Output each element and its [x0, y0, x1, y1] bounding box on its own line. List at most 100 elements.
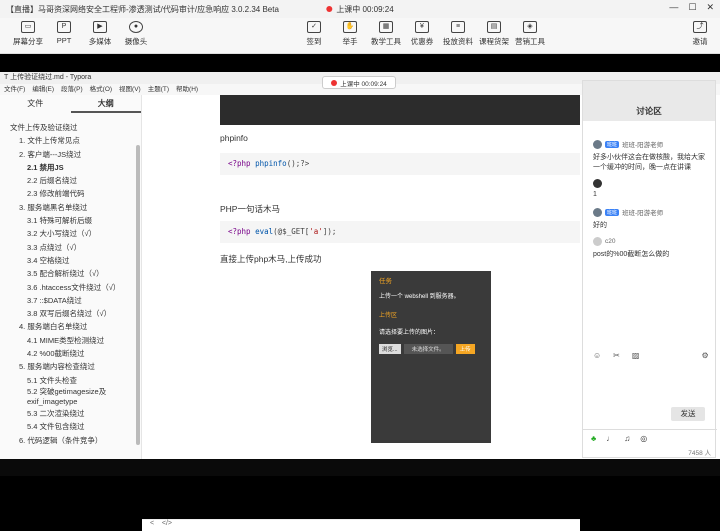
- sidebar-scrollbar[interactable]: [136, 145, 140, 445]
- file-icon: ≡: [451, 21, 465, 33]
- menu-view[interactable]: 视图(V): [119, 84, 141, 95]
- stage-top-band: [0, 54, 720, 72]
- camera-icon: ●: [129, 21, 143, 33]
- tools-icon: ▦: [379, 21, 393, 33]
- outline-item[interactable]: 5.2 突破getimagesize及exif_imagetype: [0, 387, 141, 407]
- outline-item[interactable]: 3.4 空格绕过: [0, 254, 141, 267]
- record-dot-icon: [331, 79, 338, 86]
- outline-item[interactable]: 3.7 ::$DATA绕过: [0, 294, 141, 307]
- live-timer: 上课中 00:09:24: [336, 4, 394, 14]
- outline-item[interactable]: 5. 服务端内容检查绕过: [0, 360, 141, 373]
- chat-message: c20 post的%00截断怎么做的: [593, 237, 670, 258]
- live-pill[interactable]: 上课中 00:09:24: [322, 76, 396, 89]
- ppt-icon: P: [57, 21, 71, 33]
- menu-format[interactable]: 格式(O): [90, 84, 112, 95]
- outline-item[interactable]: 3. 服务端黑名单绕过: [0, 201, 141, 214]
- viewer-count: 7458 人: [688, 450, 711, 457]
- avatar: [593, 207, 602, 217]
- chat-title: 讨论区: [636, 106, 662, 116]
- typora-statusbar: < </>: [142, 519, 580, 531]
- plant-icon[interactable]: ♣: [591, 434, 596, 443]
- outline-item[interactable]: 3.1 特殊可解析后缀: [0, 214, 141, 227]
- close-icon[interactable]: ✕: [706, 2, 714, 13]
- send-button[interactable]: 发送: [671, 407, 705, 421]
- marketing-button[interactable]: ◈ 营销工具: [508, 21, 552, 47]
- typora-title: 上传验证绕过.md - Typora: [10, 74, 92, 81]
- media-icon: ▶: [93, 21, 107, 33]
- image-icon[interactable]: ▨: [632, 351, 640, 365]
- typora-sidebar: 文件 大纲 文件上传及验证绕过 1. 文件上传常见点 2. 客户端---JS绕过 2.…: [0, 95, 142, 459]
- tab-files[interactable]: 文件: [0, 95, 71, 113]
- paragraph-upload: 直接上传php木马,上传成功: [220, 254, 322, 264]
- settings-icon[interactable]: ⚙: [701, 351, 708, 365]
- avatar: [593, 139, 602, 149]
- smile-icon[interactable]: ☺: [593, 351, 601, 365]
- outline-item[interactable]: 文件上传及验证绕过: [0, 121, 141, 134]
- outline-item[interactable]: 3.3 点绕过（√）: [0, 241, 141, 254]
- invite-icon: ⤴: [693, 21, 707, 33]
- chat-message: 1: [593, 179, 711, 198]
- outline-item[interactable]: 3.2 大小写绕过（√）: [0, 227, 141, 240]
- screen-share-icon: ▭: [21, 21, 35, 33]
- outline-item[interactable]: 4.2 %00截断绕过: [0, 347, 141, 360]
- code-block-eval[interactable]: <?php eval(@$_GET['a']);: [220, 221, 580, 243]
- menu-paragraph[interactable]: 段落(P): [61, 84, 83, 95]
- outline-item[interactable]: 2.1 禁用JS: [0, 161, 141, 174]
- outline-item[interactable]: 5.1 文件头检查: [0, 374, 141, 387]
- coupon-icon: ¥: [415, 21, 429, 33]
- hand-icon: ✋: [343, 21, 357, 33]
- outline-item[interactable]: 5.3 二次渲染绕过: [0, 407, 141, 420]
- chat-message: 班班 班班-阳游老师 好多小伙伴这会在做核酸，我给大家一个缓冲的时间，晚一点在讲课: [593, 139, 705, 171]
- minimize-icon[interactable]: —: [669, 2, 678, 13]
- upload-button: 上传: [455, 344, 475, 354]
- camera-button[interactable]: ● 摄像头: [114, 21, 158, 47]
- mic-icon[interactable]: ♩: [606, 434, 614, 443]
- code-mode-icon[interactable]: </>: [162, 520, 172, 527]
- menu-file[interactable]: 文件(F): [4, 84, 25, 95]
- avatar: [593, 237, 602, 246]
- outline-item[interactable]: 6. 代码逻辑（条件竞争）: [0, 434, 141, 447]
- chat-header: 讨论区: [583, 81, 715, 121]
- outline-item[interactable]: 2. 客户端---JS绕过: [0, 148, 141, 161]
- music-icon[interactable]: ♫: [624, 434, 630, 443]
- code-block-phpinfo[interactable]: <?php phpinfo();?>: [220, 153, 580, 175]
- marketing-icon: ◈: [523, 21, 537, 33]
- upload-demo-image: 任务 上传一个 webshell 到服务器。 上传区 请选择要上传的图片： 浏览…: [371, 271, 491, 443]
- stage-bottom-band: [0, 459, 720, 476]
- sidebar-tabs: 文件 大纲: [0, 95, 141, 113]
- window-controls: — ☐ ✕: [669, 2, 714, 13]
- chat-bottom-bar: ♣ ♩ ♫ ◎: [583, 429, 717, 447]
- screenshot-image: [220, 95, 580, 125]
- outline-item[interactable]: 4.1 MIME类型检测绕过: [0, 334, 141, 347]
- menu-theme[interactable]: 主题(T): [148, 84, 169, 95]
- tab-outline[interactable]: 大纲: [70, 95, 141, 113]
- outline-item[interactable]: 2.3 修改前端代码: [0, 187, 141, 200]
- outline-item[interactable]: 3.8 双写后缀名绕过（√）: [0, 307, 141, 320]
- menu-help[interactable]: 帮助(H): [176, 84, 198, 95]
- window-title: 【直播】马哥资深网络安全工程师-渗透测试/代码审计/应急响应 3.0.2.34 …: [6, 4, 279, 14]
- outline-item[interactable]: 1. 文件上传常见点: [0, 134, 141, 147]
- browse-button: 浏览...: [379, 344, 401, 354]
- record-dot-icon: [326, 6, 333, 12]
- outline-item[interactable]: 3.6 .htaccess文件绕过（√）: [0, 281, 141, 294]
- location-icon[interactable]: ◎: [640, 434, 647, 443]
- discussion-panel: 讨论区 班班 班班-阳游老师 好多小伙伴这会在做核酸，我给大家一个缓冲的时间，晚一…: [582, 80, 717, 458]
- editor-content: phpinfo <?php phpinfo();?> PHP一句话木马 <?ph…: [220, 95, 580, 459]
- invite-button[interactable]: ⤴ 邀请: [678, 21, 720, 47]
- scissors-icon[interactable]: ✂: [613, 351, 620, 365]
- source-toggle-icon[interactable]: <: [150, 520, 154, 527]
- menu-edit[interactable]: 编辑(E): [32, 84, 54, 95]
- heading-phpinfo: phpinfo: [220, 133, 248, 143]
- outline-list: 文件上传及验证绕过 1. 文件上传常见点 2. 客户端---JS绕过 2.1 禁用JS…: [0, 113, 141, 447]
- outline-item[interactable]: 5.4 文件包含绕过: [0, 420, 141, 433]
- shelf-icon: ▤: [487, 21, 501, 33]
- outline-item[interactable]: 4. 服务端白名单绕过: [0, 320, 141, 333]
- chat-message: 班班 班班-阳游老师 好的: [593, 207, 664, 229]
- outline-item[interactable]: 2.2 后缀名绕过: [0, 174, 141, 187]
- chat-toolbar: ☺ ✂ ▨ ⚙: [583, 351, 717, 365]
- outline-item[interactable]: 3.5 配合解析绕过（√）: [0, 267, 141, 280]
- live-toolbar: ▭ 屏幕分享 P PPT ▶ 多媒体 ● 摄像头 ✓ 签到 ✋ 举手 ▦ 教学工具 ¥ 优惠券 …: [0, 18, 720, 54]
- checkin-icon: ✓: [307, 21, 321, 33]
- maximize-icon[interactable]: ☐: [688, 2, 696, 13]
- window-titlebar: 【直播】马哥资深网络安全工程师-渗透测试/代码审计/应急响应 3.0.2.34 …: [0, 0, 720, 18]
